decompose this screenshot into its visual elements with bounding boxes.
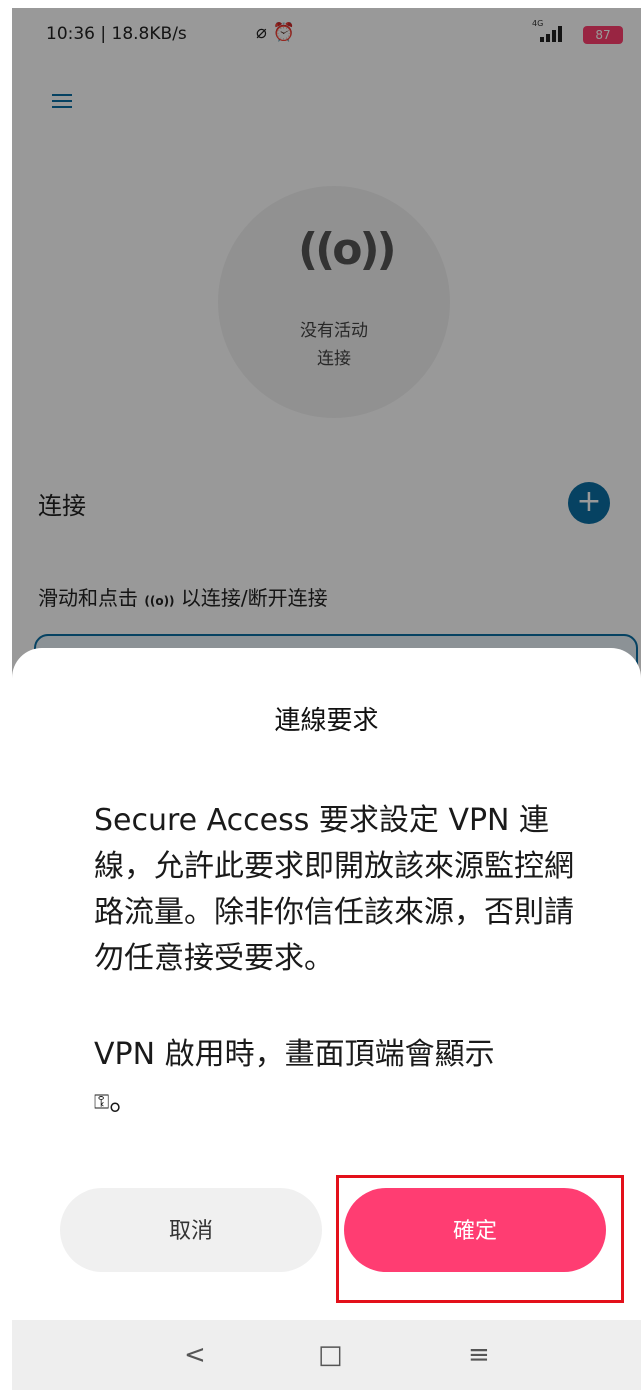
dialog-note-end: 。	[109, 1083, 140, 1118]
dialog-body: Secure Access 要求設定 VPN 連線，允許此要求即開放該來源監控網…	[94, 803, 574, 976]
phone-screen: ((o)) 没有活动 连接 连接 + 滑动和点击 ((o)) 以连接/断开连接 …	[12, 8, 641, 1390]
back-icon[interactable]: <	[184, 1340, 206, 1370]
dialog-note: VPN 啟用時，畫面頂端會顯示 ⚿。	[94, 1032, 584, 1125]
dialog-note-text: VPN 啟用時，畫面頂端會顯示	[94, 1037, 495, 1072]
vpn-connection-request-dialog: 連線要求 Secure Access 要求設定 VPN 連線，允許此要求即開放該…	[12, 648, 641, 1390]
ok-button-highlight	[336, 1175, 624, 1303]
home-icon[interactable]: □	[318, 1340, 343, 1370]
dialog-title: 連線要求	[274, 706, 379, 736]
recents-icon[interactable]: ≡	[468, 1340, 490, 1370]
navigation-bar: < □ ≡	[12, 1320, 641, 1390]
cancel-button[interactable]: 取消	[60, 1188, 322, 1272]
key-icon: ⚿	[94, 1089, 110, 1114]
